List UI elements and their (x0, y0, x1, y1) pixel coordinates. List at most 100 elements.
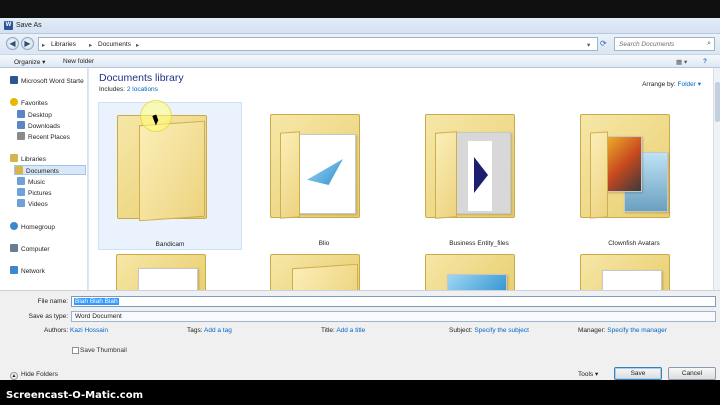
search-placeholder: Search Documents (619, 41, 675, 48)
search-icon: ⌕ (707, 40, 711, 47)
cancel-button[interactable]: Cancel (668, 367, 716, 380)
address-bar-row: ◀ ▶ ▸ Libraries ▸ Documents ▸ ▾ ⟳ Search… (0, 34, 720, 54)
file-name-input[interactable]: Blah Blah Blah (71, 296, 716, 307)
chevron-down-icon[interactable]: ▾ (587, 41, 590, 49)
folder-tile-clownfish-avatars[interactable]: Clownfish Avatars (562, 102, 706, 250)
pictures-icon (17, 188, 25, 196)
help-icon[interactable]: ? (703, 58, 707, 65)
tools-dropdown[interactable]: Tools ▾ (578, 370, 598, 378)
library-title: Documents library (99, 72, 184, 84)
save-thumbnail-label: Save Thumbnail (80, 347, 127, 354)
chevron-right-icon: ▸ (136, 42, 140, 49)
save-as-type-label: Save as type: (28, 313, 68, 320)
folder-tile-business-entity-files[interactable]: Business Entity_files (407, 102, 551, 250)
save-as-type-select[interactable]: Word Document (71, 311, 716, 322)
libraries-icon (10, 154, 18, 162)
star-icon (10, 98, 18, 106)
save-button[interactable]: Save (614, 367, 662, 380)
crumb-libraries[interactable]: Libraries (51, 41, 76, 48)
folder-tile-partial[interactable] (407, 254, 551, 290)
nav-item-libraries[interactable]: Libraries (10, 154, 98, 164)
folder-label: Business Entity_files (449, 240, 509, 247)
word-icon (10, 76, 18, 84)
folder-tile-partial[interactable] (98, 254, 242, 290)
back-button[interactable]: ◀ (6, 37, 19, 50)
arrow-graphic (474, 157, 488, 193)
nav-item-word-starter[interactable]: Microsoft Word Starte (10, 76, 98, 86)
new-folder-button[interactable]: New folder (63, 58, 94, 65)
title-field: Title: Add a title (321, 327, 366, 334)
recent-places-icon (17, 132, 25, 140)
document-preview (602, 270, 662, 290)
document-preview (138, 268, 198, 290)
view-options-icon[interactable]: ▦ ▾ (676, 58, 687, 66)
folder-front (590, 131, 608, 219)
save-form: File name: Blah Blah Blah Save as type: … (0, 290, 720, 380)
nav-item-documents[interactable]: Documents (14, 165, 86, 175)
file-name-label: File name: (37, 298, 68, 305)
computer-icon (10, 244, 18, 252)
blio-logo (307, 159, 343, 185)
command-bar: Organize ▾ New folder ▦ ▾ ? (0, 54, 720, 68)
navigation-pane: Microsoft Word Starte Favorites Desktop … (0, 68, 88, 290)
folder-label: Bandicam (155, 241, 185, 248)
nav-item-network[interactable]: Network (10, 266, 98, 276)
document-preview (447, 274, 507, 290)
folder-front (435, 131, 457, 219)
folder-front (280, 131, 300, 219)
document-preview (292, 134, 356, 214)
forward-button[interactable]: ▶ (21, 37, 34, 50)
crumb-documents[interactable]: Documents (98, 41, 131, 48)
save-thumbnail-checkbox[interactable] (72, 347, 79, 354)
window-title: Save As (16, 22, 42, 29)
folder-front (292, 263, 358, 290)
homegroup-icon (10, 222, 18, 230)
tags-value[interactable]: Add a tag (204, 327, 232, 334)
library-includes: Includes: 2 locations (99, 86, 158, 93)
recording-top-bar (0, 0, 720, 18)
folder-tile-partial[interactable] (562, 254, 706, 290)
subject-value[interactable]: Specify the subject (474, 327, 529, 334)
file-name-value: Blah Blah Blah (74, 298, 119, 305)
folder-tile-blio[interactable]: Blio (252, 102, 396, 250)
chevron-up-icon: ▲ (10, 372, 18, 380)
tags-field: Tags: Add a tag (187, 327, 232, 334)
nav-item-computer[interactable]: Computer (10, 244, 98, 254)
authors-value[interactable]: Kazi Hossain (70, 327, 108, 334)
refresh-icon[interactable]: ⟳ (600, 39, 607, 48)
desktop-icon (17, 110, 25, 118)
document-preview (453, 132, 511, 214)
folder-label: Blio (318, 240, 330, 247)
manager-value[interactable]: Specify the manager (607, 327, 667, 334)
network-icon (10, 266, 18, 274)
arrange-by-dropdown[interactable]: Folder ▾ (678, 81, 702, 88)
videos-icon (17, 199, 25, 207)
folder-crumb-icon: ▸ (42, 42, 46, 49)
folder-tile-partial[interactable] (252, 254, 396, 290)
manager-field: Manager: Specify the manager (578, 327, 667, 334)
search-input[interactable]: Search Documents ⌕ (614, 37, 715, 51)
folder-tile-bandicam[interactable]: Bandicam (98, 102, 242, 250)
arrange-by: Arrange by: Folder ▾ (642, 81, 702, 88)
subject-field: Subject: Specify the subject (449, 327, 529, 334)
documents-icon (15, 166, 23, 174)
scrollbar-thumb[interactable] (715, 82, 720, 122)
downloads-icon (17, 121, 25, 129)
organize-button[interactable]: Organize ▾ (14, 58, 45, 66)
music-icon (17, 177, 25, 185)
watermark: Screencast-O-Matic.com (6, 390, 143, 401)
folder-front (139, 120, 205, 222)
title-bar: W Save As (0, 18, 720, 34)
chevron-right-icon: ▸ (89, 42, 93, 49)
nav-item-favorites[interactable]: Favorites (10, 98, 98, 108)
title-value[interactable]: Add a title (336, 327, 365, 334)
folder-label: Clownfish Avatars (608, 240, 660, 247)
authors-field: Authors: Kazi Hossain (44, 327, 108, 334)
nav-item-homegroup[interactable]: Homegroup (10, 222, 98, 232)
breadcrumb[interactable]: ▸ Libraries ▸ Documents ▸ ▾ (38, 37, 598, 51)
hide-folders-button[interactable]: ▲ Hide Folders (10, 371, 58, 380)
file-list-pane: Documents library Includes: 2 locations … (89, 68, 713, 290)
word-app-icon: W (4, 21, 13, 30)
vertical-scrollbar[interactable] (713, 68, 720, 290)
locations-link[interactable]: 2 locations (127, 86, 158, 93)
